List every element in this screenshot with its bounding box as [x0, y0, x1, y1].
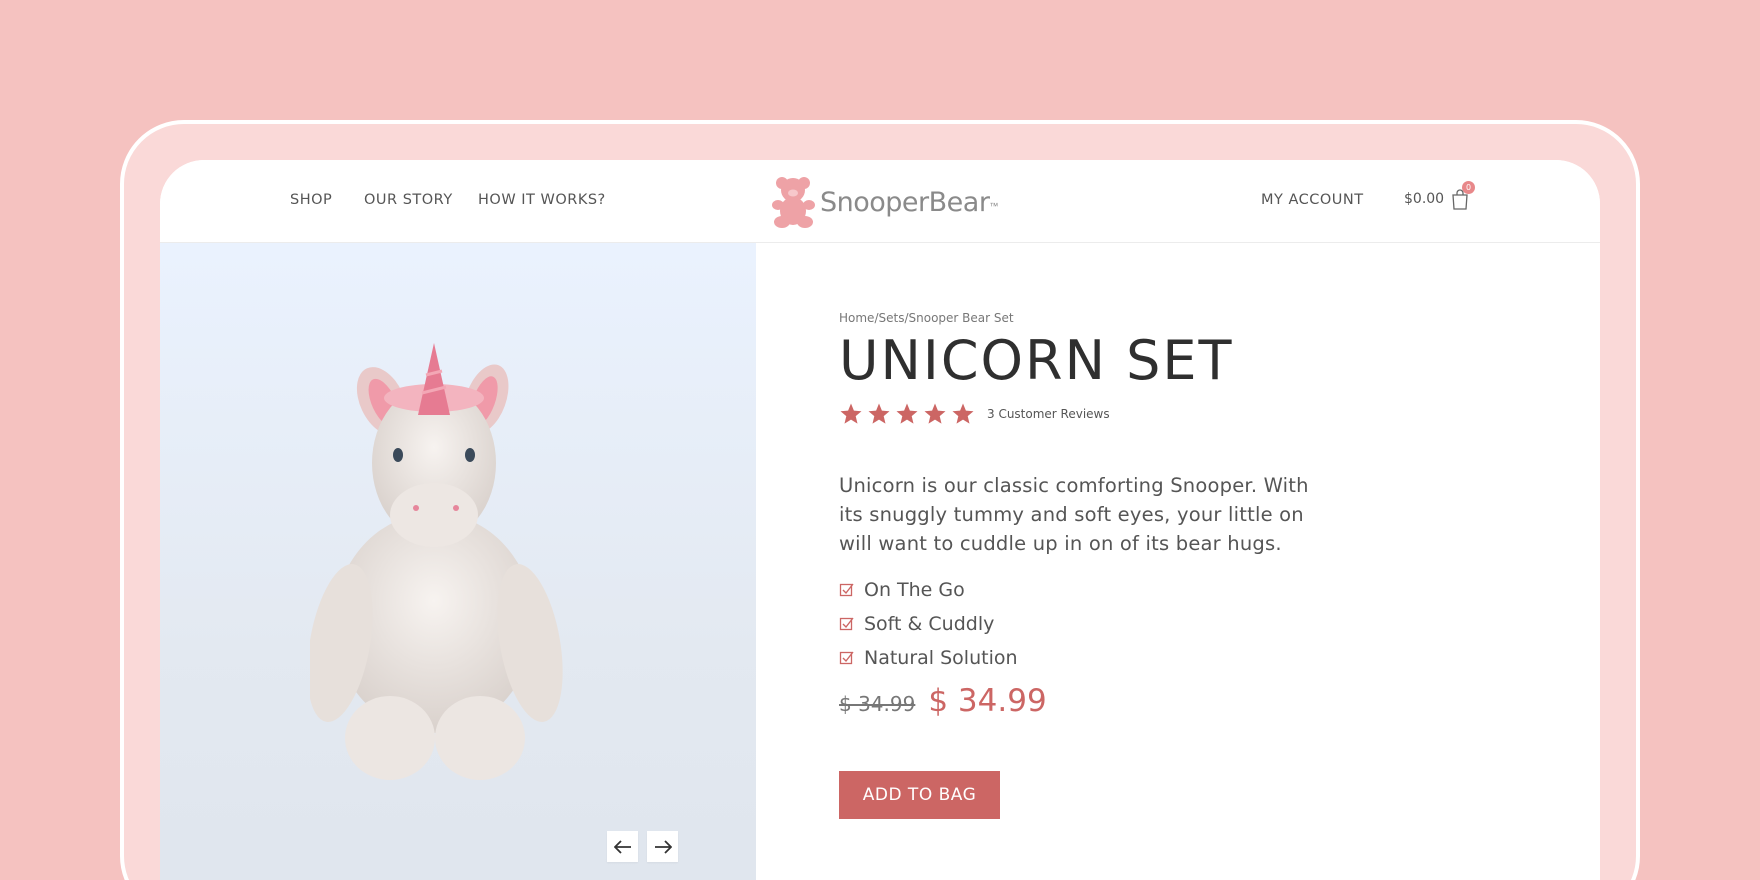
current-price: $ 34.99 [928, 683, 1047, 719]
breadcrumb-sets[interactable]: Sets [878, 311, 904, 325]
teddy-bear-icon [772, 177, 815, 228]
star-icon [868, 403, 890, 424]
product-description: Unicorn is our classic comforting Snoope… [839, 474, 1309, 555]
unicorn-plush-image [310, 343, 563, 780]
feature-item: Natural Solution [839, 641, 1018, 675]
checkbox-check-icon [839, 651, 854, 665]
original-price: $ 34.99 [839, 692, 916, 716]
breadcrumb-home[interactable]: Home [839, 311, 874, 325]
feature-label: On The Go [864, 579, 965, 601]
feature-list: On The Go Soft & Cuddly Natural Solution [839, 573, 1018, 675]
product-rating: 3 Customer Reviews [839, 402, 1110, 426]
feature-label: Natural Solution [864, 647, 1018, 669]
logo-trademark: ™ [989, 201, 999, 211]
browser-screen: SHOP OUR STORY HOW IT WORKS? SnooperBear… [160, 160, 1600, 880]
shopping-bag-icon: 0 [1450, 181, 1476, 211]
arrow-right-icon [654, 839, 672, 854]
breadcrumb: Home/Sets/Snooper Bear Set [839, 311, 1014, 325]
rating-stars [839, 402, 975, 426]
checkbox-check-icon [839, 583, 854, 597]
feature-item: Soft & Cuddly [839, 607, 1018, 641]
arrow-left-icon [613, 839, 631, 854]
customer-reviews-link[interactable]: 3 Customer Reviews [987, 407, 1110, 421]
price-block: $ 34.99 $ 34.99 [839, 683, 1047, 719]
star-icon [840, 403, 862, 424]
my-account-link[interactable]: MY ACCOUNT [1261, 192, 1364, 208]
site-header: SHOP OUR STORY HOW IT WORKS? SnooperBear… [160, 160, 1600, 243]
feature-label: Soft & Cuddly [864, 613, 995, 635]
product-gallery [160, 243, 756, 880]
logo-wordmark: SnooperBear [820, 186, 990, 218]
feature-item: On The Go [839, 573, 1018, 607]
gallery-next-button[interactable] [647, 831, 678, 862]
add-to-bag-button[interactable]: ADD TO BAG [839, 771, 1000, 819]
nav-shop-link[interactable]: SHOP [290, 192, 332, 208]
star-icon [924, 403, 946, 424]
cart-count-badge: 0 [1462, 181, 1476, 194]
snooperbear-logo[interactable]: SnooperBear ™ [770, 174, 998, 230]
nav-our-story-link[interactable]: OUR STORY [364, 192, 453, 208]
nav-how-it-works-link[interactable]: HOW IT WORKS? [478, 192, 606, 208]
cart-total: $0.00 [1404, 191, 1445, 207]
breadcrumb-current[interactable]: Snooper Bear Set [909, 311, 1014, 325]
star-icon [896, 403, 918, 424]
cart-button[interactable]: $0.00 0 [1404, 181, 1476, 211]
product-title: UNICORN SET [839, 329, 1234, 392]
star-icon [952, 403, 974, 424]
checkbox-check-icon [839, 617, 854, 631]
gallery-prev-button[interactable] [607, 831, 638, 862]
